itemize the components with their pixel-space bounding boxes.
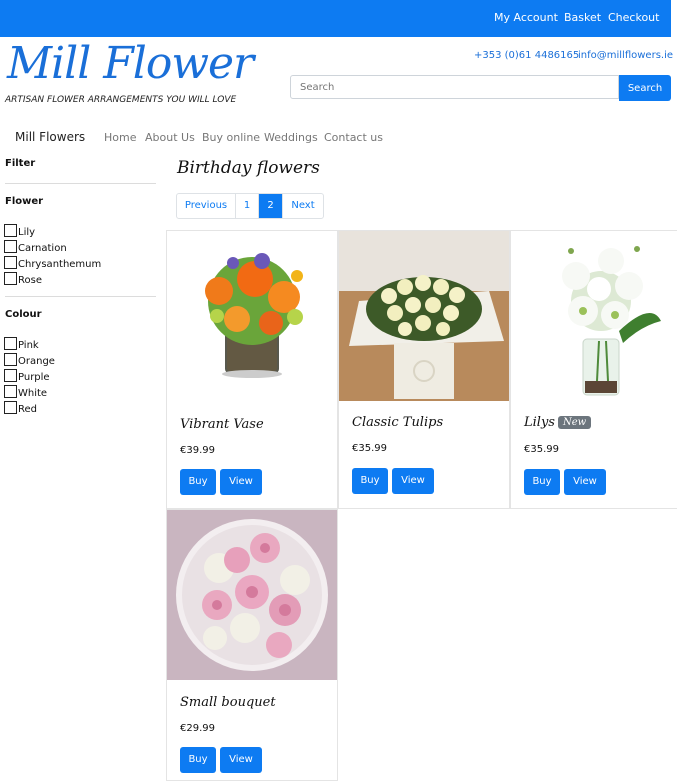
filter-purple[interactable]: Purple xyxy=(4,369,50,383)
checkbox-label: White xyxy=(18,388,48,399)
view-button[interactable]: View xyxy=(564,469,606,495)
filter-lily[interactable]: Lily xyxy=(4,224,35,238)
checkbox-label: Pink xyxy=(18,340,39,351)
checkbox[interactable] xyxy=(4,272,17,285)
email-link[interactable]: info@millflowers.ie xyxy=(578,50,673,61)
pagination-previous[interactable]: Previous xyxy=(177,194,235,218)
product-card: Small bouquet €29.99 Buy View xyxy=(166,509,338,781)
orange-flower-vase-image xyxy=(167,231,337,401)
checkbox[interactable] xyxy=(4,385,17,398)
checkbox-label: Chrysanthemum xyxy=(18,259,102,270)
filter-white[interactable]: White xyxy=(4,385,47,399)
nav-contact-us[interactable]: Contact us xyxy=(324,131,383,144)
checkbox[interactable] xyxy=(4,240,17,253)
product-price: €35.99 xyxy=(524,444,559,455)
nav-brand[interactable]: Mill Flowers xyxy=(15,130,85,144)
basket-link[interactable]: Basket xyxy=(564,11,601,24)
filter-orange[interactable]: Orange xyxy=(4,353,55,367)
checkbox-label: Purple xyxy=(18,372,50,383)
filter-carnation[interactable]: Carnation xyxy=(4,240,67,254)
checkbox[interactable] xyxy=(4,337,17,350)
checkbox-label: Carnation xyxy=(18,243,67,254)
checkout-link[interactable]: Checkout xyxy=(608,11,659,24)
new-badge: New xyxy=(557,416,592,429)
tagline: ARTISAN FLOWER ARRANGEMENTS YOU WILL LOV… xyxy=(5,95,237,105)
checkbox-label: Red xyxy=(18,404,37,415)
product-image[interactable] xyxy=(167,510,337,680)
my-account-link[interactable]: My Account xyxy=(494,11,558,24)
pink-rose-bouquet-image xyxy=(167,510,337,680)
page-title: Birthday flowers xyxy=(177,158,320,178)
nav-about-us[interactable]: About Us xyxy=(145,131,195,144)
colour-heading: Colour xyxy=(5,309,42,320)
product-card: Classic Tulips €35.99 Buy View xyxy=(338,230,510,509)
product-name[interactable]: Classic Tulips xyxy=(352,415,443,430)
white-tulip-box-image xyxy=(339,231,509,401)
pagination-page-1[interactable]: 1 xyxy=(235,194,258,218)
buy-button[interactable]: Buy xyxy=(180,747,216,773)
product-card: Vibrant Vase €39.99 Buy View xyxy=(166,230,338,509)
product-image[interactable] xyxy=(339,231,509,401)
view-button[interactable]: View xyxy=(392,468,434,494)
checkbox[interactable] xyxy=(4,353,17,366)
checkbox-label: Rose xyxy=(18,275,42,286)
pagination: Previous 1 2 Next xyxy=(176,193,324,219)
view-button[interactable]: View xyxy=(220,747,262,773)
checkbox[interactable] xyxy=(4,256,17,269)
buy-button[interactable]: Buy xyxy=(524,469,560,495)
filter-heading: Filter xyxy=(5,158,36,169)
view-button[interactable]: View xyxy=(220,469,262,495)
filter-red[interactable]: Red xyxy=(4,401,37,415)
top-bar: My Account Basket Checkout xyxy=(0,0,671,37)
product-name[interactable]: Vibrant Vase xyxy=(180,417,264,432)
product-image[interactable] xyxy=(511,231,677,401)
product-name[interactable]: Small bouquet xyxy=(180,695,276,710)
search-button[interactable]: Search xyxy=(619,75,671,101)
search-input[interactable] xyxy=(290,75,619,99)
product-price: €39.99 xyxy=(180,445,215,456)
nav-weddings[interactable]: Weddings xyxy=(264,131,318,144)
checkbox-label: Lily xyxy=(18,227,36,238)
flower-heading: Flower xyxy=(5,196,44,207)
buy-button[interactable]: Buy xyxy=(352,468,388,494)
white-lily-vase-image xyxy=(511,231,677,401)
filter-rose[interactable]: Rose xyxy=(4,272,42,286)
product-price: €35.99 xyxy=(352,443,387,454)
filter-pink[interactable]: Pink xyxy=(4,337,39,351)
product-card: Lilys New €35.99 Buy View xyxy=(510,230,677,509)
site-logo[interactable]: Mill Flower xyxy=(7,38,254,89)
checkbox[interactable] xyxy=(4,401,17,414)
checkbox-label: Orange xyxy=(18,356,55,367)
product-image[interactable] xyxy=(167,231,337,401)
product-name[interactable]: Lilys New xyxy=(524,415,592,430)
nav-home[interactable]: Home xyxy=(104,131,136,144)
divider xyxy=(5,183,156,184)
buy-button[interactable]: Buy xyxy=(180,469,216,495)
checkbox[interactable] xyxy=(4,369,17,382)
phone-number[interactable]: +353 (0)61 4486165 xyxy=(474,50,579,61)
product-name-text: Lilys xyxy=(524,415,555,430)
checkbox[interactable] xyxy=(4,224,17,237)
product-price: €29.99 xyxy=(180,723,215,734)
filter-chrysanthemum[interactable]: Chrysanthemum xyxy=(4,256,101,270)
pagination-page-2[interactable]: 2 xyxy=(258,194,282,218)
nav-buy-online[interactable]: Buy online xyxy=(202,131,260,144)
divider xyxy=(5,296,156,297)
pagination-next[interactable]: Next xyxy=(282,194,323,218)
